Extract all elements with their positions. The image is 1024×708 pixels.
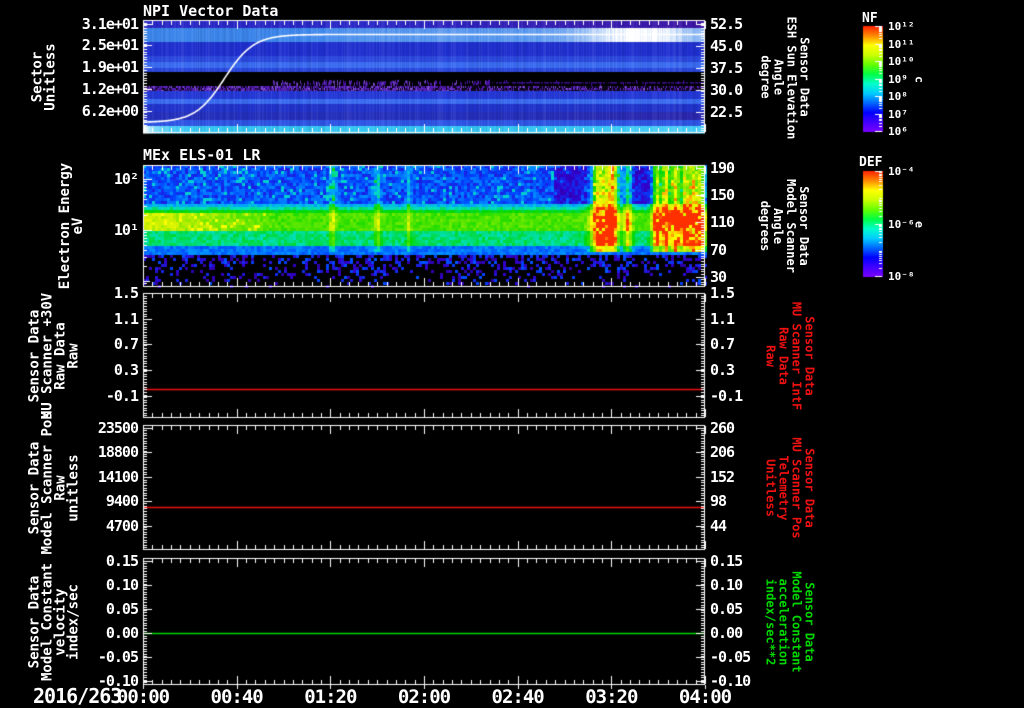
panel-model-scanner-pos-left-label: Sensor Data Model Scanner Pos Raw unitless — [26, 411, 81, 554]
colorbar-def-title: DEF — [859, 155, 883, 170]
panel-model-scanner-pos-right-label-line: Unitless — [763, 458, 777, 517]
panel-npi-left-tick: 1.2e+01 — [81, 80, 139, 98]
colorbar-def-units: e — [912, 140, 927, 308]
panel-mu-scanner-30v-left-tick: -0.1 — [105, 387, 139, 405]
panel-model-constant-velocity-left-tick: 0.10 — [105, 576, 139, 594]
x-axis-label: 04:00 — [678, 686, 732, 708]
plot-canvas — [0, 0, 1024, 708]
panel-els-right-label-line: Model Scanner — [784, 179, 798, 273]
x-axis-label: 00:40 — [210, 686, 264, 708]
panel-model-scanner-pos-left-tick: 23500 — [97, 419, 139, 437]
x-axis-label: 02:40 — [491, 686, 545, 708]
panel-model-constant-velocity-right-label-line: Model Constant — [789, 570, 803, 673]
panel-npi-right-tick: 22.5 — [710, 103, 743, 121]
panel-els-right-label-line: Sensor Data — [797, 186, 811, 266]
panel-mu-scanner-30v-left-tick: 0.7 — [113, 335, 139, 353]
x-axis-label: 03:20 — [585, 686, 638, 708]
plot-screen: NPI Vector Data MEx ELS-01 LR 2016/263 N… — [0, 0, 1024, 708]
panel-els-right-tick: 110 — [710, 213, 735, 231]
panel-mu-scanner-30v-right-tick: 1.5 — [710, 284, 735, 302]
panel-model-scanner-pos-right-label-line: Telemetry — [776, 454, 790, 521]
panel-mu-scanner-30v-left-tick: 0.3 — [113, 361, 139, 379]
panel-mu-scanner-30v-left-tick: 1.1 — [113, 310, 139, 328]
panel-mu-scanner-30v-left-tick: 1.5 — [113, 284, 139, 302]
panel-model-scanner-pos-right-tick: 44 — [710, 517, 727, 535]
panel-model-constant-velocity-left-tick: 0.05 — [105, 600, 139, 618]
panel-model-scanner-pos-right-tick: 98 — [710, 492, 727, 510]
panel-model-constant-velocity-right-tick: 0.00 — [710, 624, 743, 642]
panel-model-constant-velocity-right-label-line: Sensor Data — [802, 581, 816, 662]
panel-npi-left-label: Sector Unitless — [29, 16, 58, 137]
panel-els-right-tick: 70 — [710, 241, 727, 259]
panel-mu-scanner-30v-right-tick: 1.1 — [710, 310, 735, 328]
panel-model-constant-velocity-right-tick: 0.05 — [710, 600, 743, 618]
panel-npi-right-tick: 37.5 — [710, 59, 743, 77]
panel-mu-scanner-30v-right-tick: 0.7 — [710, 335, 735, 353]
panel-model-constant-velocity-left-tick: 0.15 — [105, 552, 139, 570]
panel-model-constant-velocity-right-tick: -0.05 — [710, 648, 751, 666]
panel-model-scanner-pos-right-tick: 260 — [710, 419, 735, 437]
panel-npi-left-tick: 3.1e+01 — [81, 15, 139, 33]
panel-mu-scanner-30v-right-label-line: Sensor Data — [802, 315, 816, 396]
panel-els-left-tick: 10¹ — [113, 221, 139, 239]
panel-mu-scanner-30v-right-tick: -0.1 — [710, 387, 743, 405]
panel-title-npi: NPI Vector Data — [143, 2, 279, 20]
panel-npi-right-tick: 45.0 — [710, 37, 743, 55]
panel-npi-left-label-line: Unitless — [42, 42, 58, 111]
panel-model-scanner-pos-right-tick: 206 — [710, 443, 735, 461]
panel-model-constant-velocity-left-label: Sensor Data Model Constant velocity index/s… — [26, 554, 81, 689]
panel-npi-right-label-line: Sensor Data — [797, 36, 811, 117]
panel-npi-right-tick: 30.0 — [710, 81, 743, 99]
panel-model-scanner-pos-right-label: Sensor Data MU Scanner Pos Telemetry Unitle… — [763, 421, 816, 554]
x-axis-label: 01:20 — [304, 686, 357, 708]
panel-model-scanner-pos-left-tick: 4700 — [105, 517, 139, 535]
panel-npi-left-tick: 1.9e+01 — [81, 58, 139, 76]
panel-els-right-tick: 30 — [710, 268, 727, 286]
panel-model-scanner-pos-left-label-line: unitless — [65, 453, 81, 522]
panel-model-constant-velocity-left-tick: 0.00 — [105, 624, 139, 642]
panel-mu-scanner-30v-right-tick: 0.3 — [710, 361, 735, 379]
panel-els-right-tick: 190 — [710, 159, 735, 177]
panel-model-scanner-pos-right-label-line: MU Scanner Pos — [789, 436, 803, 539]
panel-model-constant-velocity-right-label-line: index/sec**2 — [763, 578, 777, 665]
colorbar-nf-units: c — [912, 4, 927, 154]
panel-model-scanner-pos-left-tick: 18800 — [97, 443, 139, 461]
x-axis-label: 00:00 — [116, 686, 170, 708]
panel-model-constant-velocity-left-tick: -0.05 — [97, 648, 139, 666]
panel-els-right-tick: 150 — [710, 186, 735, 204]
panel-npi-right-label-line: ESH Sun Elevation — [784, 16, 798, 139]
panel-title-els: MEx ELS-01 LR — [143, 146, 261, 164]
panel-model-scanner-pos-right-label-line: Sensor Data — [802, 447, 816, 528]
panel-model-constant-velocity-right-tick: 0.10 — [710, 576, 743, 594]
panel-model-constant-velocity-right-tick: 0.15 — [710, 552, 743, 570]
panel-npi-left-tick: 2.5e+01 — [81, 36, 139, 54]
panel-els-left-tick: 10² — [113, 170, 139, 188]
panel-npi-right-tick: 52.5 — [710, 15, 743, 33]
colorbar-nf-title: NF — [862, 11, 878, 26]
panel-model-constant-velocity-right-label-line: acceleration — [776, 578, 790, 665]
colorbar-def-units-line: e — [912, 220, 927, 228]
panel-model-scanner-pos-left-tick: 9400 — [105, 492, 139, 510]
panel-model-scanner-pos-left-tick: 14100 — [97, 468, 139, 486]
panel-model-scanner-pos-right-tick: 152 — [710, 468, 735, 486]
panel-model-constant-velocity-left-label-line: index/sec — [65, 583, 81, 660]
panel-model-constant-velocity-right-label: Sensor Data Model Constant acceleration ind… — [763, 554, 816, 689]
panel-mu-scanner-30v-right-label-line: MU Scanner IntF — [789, 301, 803, 410]
colorbar-nf-units-line: c — [912, 75, 927, 83]
panel-npi-left-tick: 6.2e+00 — [81, 102, 139, 120]
x-axis-label: 02:00 — [397, 686, 451, 708]
